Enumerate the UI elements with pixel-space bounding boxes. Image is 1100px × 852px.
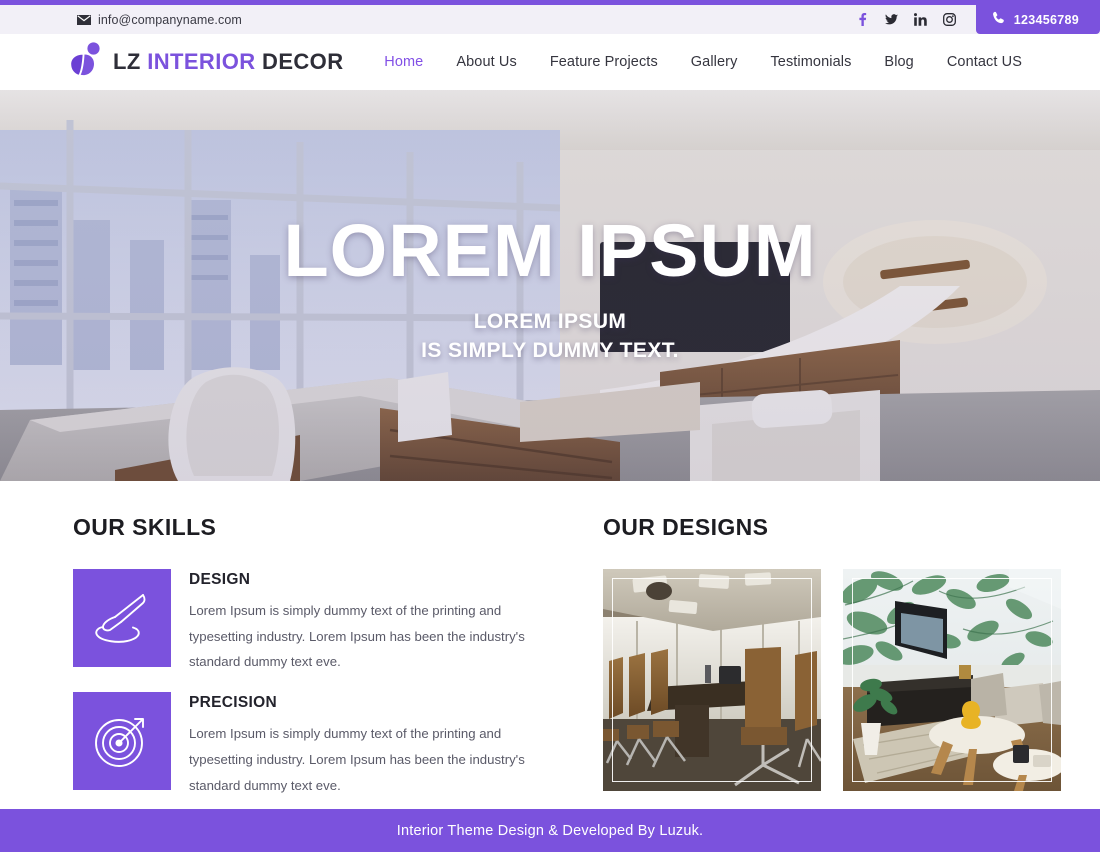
nav-item-blog[interactable]: Blog bbox=[884, 54, 913, 70]
design-card-conference-room[interactable] bbox=[603, 569, 821, 791]
brand-text: LZ INTERIOR DECOR bbox=[113, 49, 343, 75]
phone-number: 123456789 bbox=[1013, 12, 1079, 27]
facebook-icon[interactable] bbox=[856, 13, 869, 26]
skill-title-design: DESIGN bbox=[189, 571, 251, 588]
skill-text-precision: Lorem Ipsum is simply dummy text of the … bbox=[189, 726, 525, 793]
skill-body-precision: PRECISION Lorem Ipsum is simply dummy te… bbox=[189, 692, 534, 798]
phone-button[interactable]: 123456789 bbox=[975, 5, 1100, 34]
nav-item-contact-us[interactable]: Contact US bbox=[947, 54, 1022, 70]
nav-item-about-us[interactable]: About Us bbox=[456, 54, 516, 70]
hero-copy: LOREM IPSUM LOREM IPSUM IS SIMPLY DUMMY … bbox=[0, 209, 1100, 365]
designs-section: OUR DESIGNS bbox=[568, 514, 1061, 815]
brand-part-interior: INTERIOR bbox=[147, 49, 256, 74]
designs-title: OUR DESIGNS bbox=[603, 514, 769, 540]
skills-title: OUR SKILLS bbox=[73, 514, 217, 540]
phone-icon bbox=[992, 11, 1006, 28]
hero-subtitle: LOREM IPSUM IS SIMPLY DUMMY TEXT. bbox=[0, 308, 1100, 365]
hero-banner: LOREM IPSUM LOREM IPSUM IS SIMPLY DUMMY … bbox=[0, 90, 1100, 481]
social-links bbox=[856, 13, 976, 26]
skill-body-design: DESIGN Lorem Ipsum is simply dummy text … bbox=[189, 569, 534, 675]
brand-logo[interactable]: LZ INTERIOR DECOR bbox=[70, 42, 343, 82]
twitter-icon[interactable] bbox=[884, 13, 898, 26]
brand-part-decor: DECOR bbox=[255, 49, 344, 74]
top-bar-right: 123456789 bbox=[856, 5, 1100, 34]
paintbrush-icon bbox=[73, 569, 171, 667]
brand-part-lz: LZ bbox=[113, 49, 148, 74]
leaf-person-logo-icon bbox=[70, 42, 104, 82]
hero-title: LOREM IPSUM bbox=[283, 209, 817, 292]
target-arrow-icon bbox=[73, 692, 171, 791]
skill-item-precision[interactable]: PRECISION Lorem Ipsum is simply dummy te… bbox=[73, 692, 538, 798]
site-footer: Interior Theme Design & Developed By Luz… bbox=[0, 809, 1100, 852]
nav-item-home[interactable]: Home bbox=[384, 54, 423, 70]
top-bar: info@companyname.com 123456789 bbox=[0, 5, 1100, 34]
email-text: info@companyname.com bbox=[98, 12, 242, 27]
conference-room-photo bbox=[603, 569, 821, 791]
site-header: LZ INTERIOR DECOR Home About Us Feature … bbox=[0, 34, 1100, 90]
skill-text-design: Lorem Ipsum is simply dummy text of the … bbox=[189, 603, 525, 670]
mail-icon bbox=[77, 14, 91, 25]
nav-item-feature-projects[interactable]: Feature Projects bbox=[550, 54, 658, 70]
skill-item-design[interactable]: DESIGN Lorem Ipsum is simply dummy text … bbox=[73, 569, 538, 675]
instagram-icon[interactable] bbox=[942, 13, 956, 26]
nav-item-gallery[interactable]: Gallery bbox=[691, 54, 738, 70]
skill-title-precision: PRECISION bbox=[189, 694, 277, 712]
main-nav: Home About Us Feature Projects Gallery T… bbox=[384, 54, 1022, 70]
designs-gallery bbox=[603, 569, 1061, 791]
hero-subtitle-line2: IS SIMPLY DUMMY TEXT. bbox=[421, 338, 679, 362]
skills-section: OUR SKILLS DESIGN Lorem Ipsum is simply … bbox=[73, 514, 538, 815]
lounge-photo bbox=[843, 569, 1061, 791]
linkedin-icon[interactable] bbox=[913, 13, 927, 26]
design-card-lounge[interactable] bbox=[843, 569, 1061, 791]
nav-item-testimonials[interactable]: Testimonials bbox=[770, 54, 851, 70]
hero-subtitle-line1: LOREM IPSUM bbox=[473, 310, 627, 334]
page-root: info@companyname.com 123456789 LZ INTERI… bbox=[0, 0, 1100, 852]
footer-credit-text: Interior Theme Design & Developed By Luz… bbox=[396, 822, 704, 839]
email-link[interactable]: info@companyname.com bbox=[77, 13, 242, 27]
main-content: OUR SKILLS DESIGN Lorem Ipsum is simply … bbox=[0, 481, 1100, 815]
